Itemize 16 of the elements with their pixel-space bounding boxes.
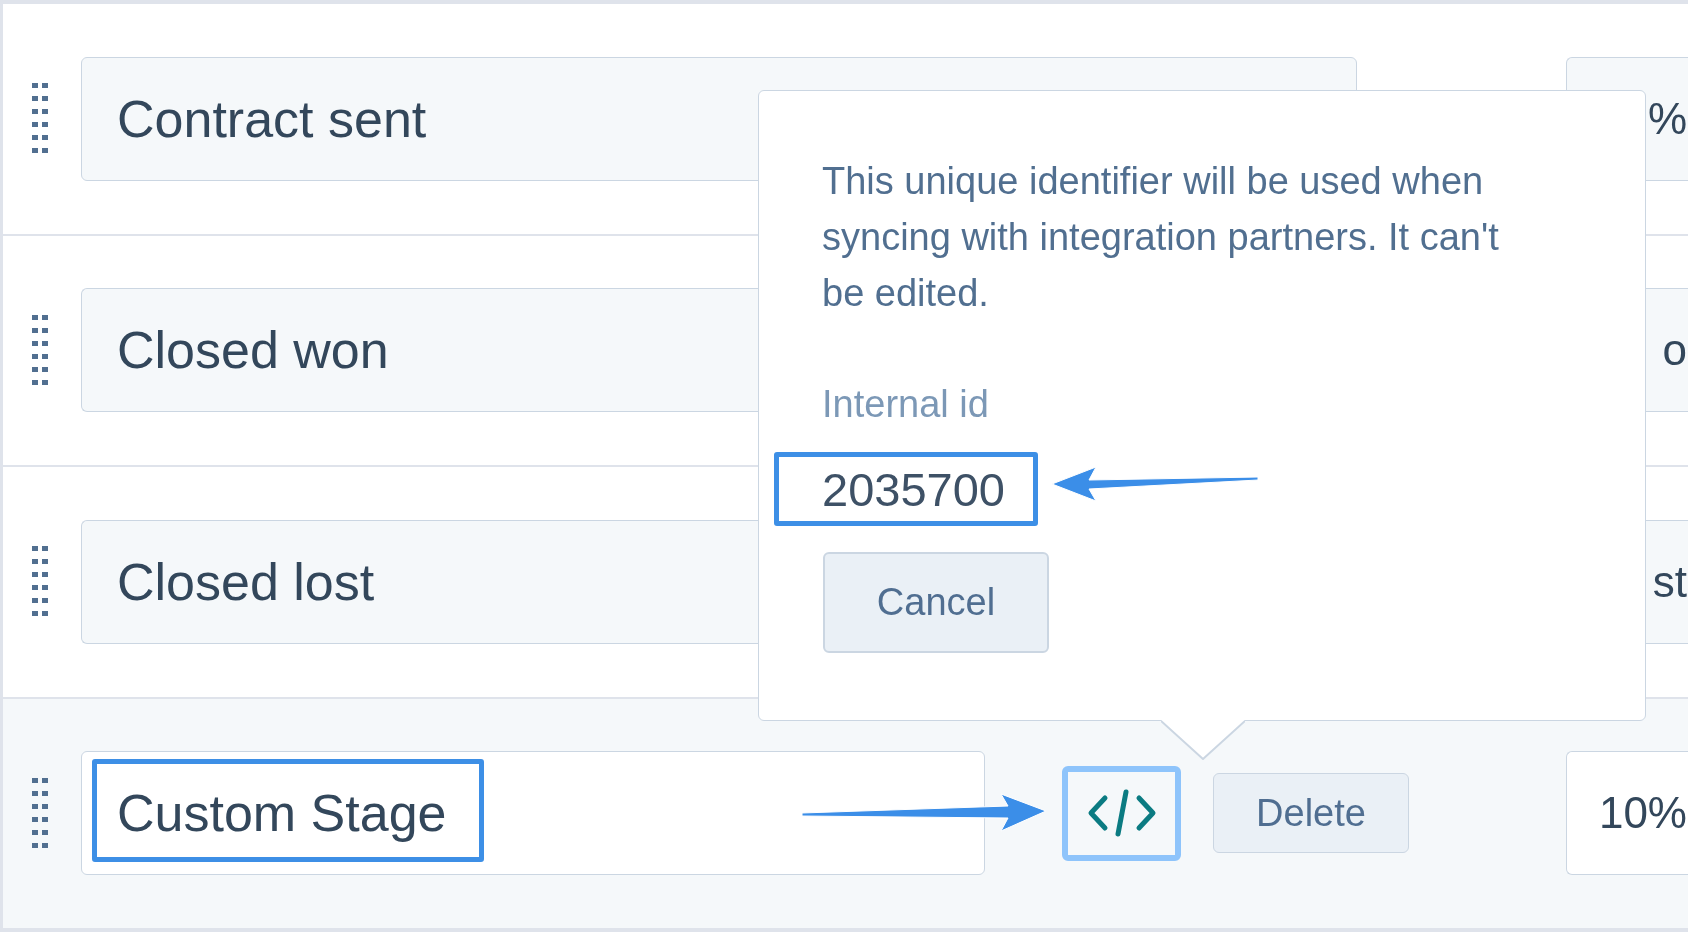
stage-name-field[interactable]: Closed lost (81, 519, 759, 644)
drag-handle-icon[interactable] (32, 83, 48, 155)
internal-id-value: 2035700 (822, 462, 1005, 518)
value-field[interactable]: o (1645, 288, 1688, 413)
drag-handle-icon[interactable] (32, 314, 48, 386)
field-label: Internal id (822, 382, 989, 427)
cancel-button[interactable]: Cancel (823, 552, 1049, 653)
drag-handle-icon[interactable] (32, 777, 48, 849)
drag-handle-icon[interactable] (32, 546, 48, 618)
value-field[interactable]: 10% (1566, 751, 1688, 876)
code-button[interactable] (1062, 765, 1181, 861)
value-field[interactable]: st (1645, 519, 1688, 644)
stage-name-field[interactable]: Custom Stage (81, 751, 985, 876)
arrow-icon (1050, 465, 1260, 503)
stage-name-field[interactable]: Closed won (81, 288, 759, 413)
delete-button[interactable]: Delete (1213, 773, 1409, 854)
